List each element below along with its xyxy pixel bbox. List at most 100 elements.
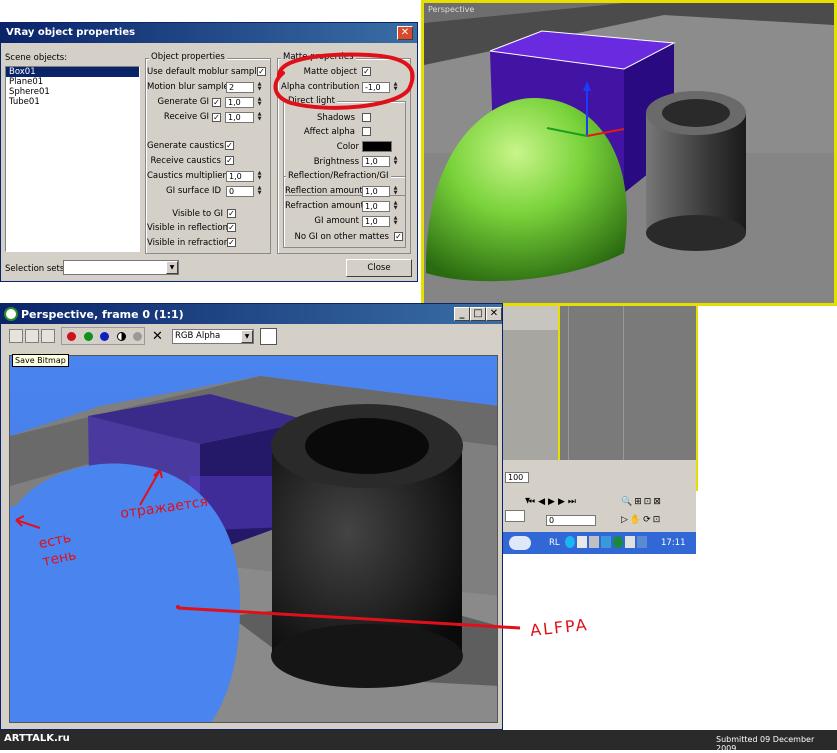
brightness-input[interactable]: 1,0	[362, 156, 390, 167]
mono-icon[interactable]	[133, 332, 142, 341]
object-properties-title: Object properties	[149, 52, 227, 62]
generate-caustics-checkbox[interactable]: ✓	[225, 141, 234, 150]
viewport-label: Perspective	[428, 5, 475, 14]
submitted-date: Submitted 09 December 2009	[716, 735, 815, 753]
list-item[interactable]: Tube01	[6, 97, 139, 107]
frame-window-title: Perspective, frame 0 (1:1)	[1, 304, 502, 324]
clone-window-icon[interactable]	[25, 329, 39, 343]
fov-icon[interactable]: ▷	[621, 515, 630, 525]
spinner-arrows-icon[interactable]: ▲ ▼	[392, 156, 399, 167]
blue-channel-icon[interactable]	[100, 332, 109, 341]
scene-objects-list[interactable]: Box01 Plane01 Sphere01 Tube01	[5, 66, 140, 252]
zoom-all-icon[interactable]: ⊞	[634, 497, 644, 507]
color-swatch[interactable]	[362, 141, 392, 152]
receive-caustics-checkbox[interactable]: ✓	[225, 156, 234, 165]
channel-value: RGB Alpha	[175, 331, 221, 341]
selection-sets-dropdown[interactable]: ▼	[63, 260, 179, 275]
generate-gi-input[interactable]: 1,0	[225, 97, 254, 108]
zoom-extents-icon[interactable]: ⊡	[644, 497, 654, 507]
tray-icon[interactable]	[625, 536, 635, 548]
chevron-down-icon[interactable]: ▼	[241, 330, 253, 343]
zoom-extents-all-icon[interactable]: ⊠	[653, 497, 663, 507]
maximize-icon[interactable]: ⊡	[653, 515, 663, 525]
site-logo[interactable]: ARTTALK.ru	[4, 733, 70, 744]
annotation-strokes	[15, 470, 521, 630]
close-icon[interactable]: ✕	[486, 307, 502, 321]
print-icon[interactable]	[41, 329, 55, 343]
footer-bar: ARTTALK.ru Submitted 09 December 2009	[0, 730, 837, 753]
viewport-nav-icons-2: ▷✋⟳⊡	[621, 515, 691, 525]
close-icon[interactable]: ✕	[397, 26, 413, 40]
visible-to-gi-checkbox[interactable]: ✓	[227, 209, 236, 218]
spinner-arrows-icon[interactable]: ▲ ▼	[256, 171, 263, 182]
save-bitmap-icon[interactable]	[9, 329, 23, 343]
app-icon	[4, 307, 18, 321]
red-circle-annotation	[273, 52, 415, 110]
affect-alpha-checkbox[interactable]	[362, 127, 371, 136]
use-default-moblur-label: Use default moblur samples	[147, 67, 267, 77]
close-button[interactable]: Close	[346, 259, 412, 277]
use-default-moblur-checkbox[interactable]: ✓	[257, 67, 266, 76]
green-channel-icon[interactable]	[84, 332, 93, 341]
maximize-icon[interactable]: □	[470, 307, 486, 321]
red-channel-icon[interactable]	[67, 332, 76, 341]
no-gi-other-mattes-checkbox[interactable]: ✓	[394, 232, 403, 241]
selection-sets-label: Selection sets:	[5, 264, 68, 274]
spinner-arrows-icon[interactable]: ▲ ▼	[392, 186, 399, 197]
receive-gi-label: Receive GI	[163, 112, 209, 122]
spinner-arrows-icon[interactable]: ▲ ▼	[256, 82, 263, 93]
refraction-amount-input[interactable]: 1,0	[362, 201, 390, 212]
list-item[interactable]: Box01	[6, 67, 139, 77]
reflection-amount-label: Reflection amount	[285, 186, 363, 196]
pan-icon[interactable]: ✋	[630, 515, 643, 525]
generate-gi-checkbox[interactable]: ✓	[212, 98, 221, 107]
visible-in-reflections-label: Visible in reflections	[147, 223, 233, 233]
receive-gi-input[interactable]: 1,0	[225, 112, 254, 123]
gi-surface-id-input[interactable]: 0	[226, 186, 254, 197]
color-swatch[interactable]	[260, 328, 277, 345]
viewport-nav-icons: 🔍⊞⊡⊠	[621, 497, 691, 507]
visible-in-refractions-checkbox[interactable]: ✓	[227, 238, 236, 247]
gi-amount-label: GI amount	[314, 216, 359, 226]
rrg-title: Reflection/Refraction/GI	[286, 171, 391, 181]
spinner-arrows-icon[interactable]: ▲ ▼	[256, 186, 263, 197]
list-item[interactable]: Sphere01	[6, 87, 139, 97]
generate-caustics-label: Generate caustics	[147, 141, 224, 151]
zoom-icon[interactable]: 🔍	[621, 497, 634, 507]
channel-dropdown[interactable]: RGB Alpha ▼	[172, 329, 254, 344]
dialog-title: VRay object properties	[1, 23, 417, 43]
receive-gi-checkbox[interactable]: ✓	[212, 113, 221, 122]
perspective-viewport[interactable]: Perspective	[421, 0, 837, 306]
motion-blur-samples-input[interactable]: 2	[226, 82, 254, 93]
orbit-icon[interactable]: ⟳	[643, 515, 653, 525]
refraction-amount-label: Refraction amount	[285, 201, 364, 211]
spinner-arrows-icon[interactable]: ▲ ▼	[392, 201, 399, 212]
gi-surface-id-label: GI surface ID	[166, 186, 221, 196]
spinner-arrows-icon[interactable]: ▲ ▼	[392, 216, 399, 227]
caustics-multiplier-label: Caustics multiplier	[147, 171, 227, 181]
caustics-multiplier-input[interactable]: 1,0	[226, 171, 254, 182]
visible-in-reflections-checkbox[interactable]: ✓	[227, 223, 236, 232]
spinner-arrows-icon[interactable]: ▲ ▼	[256, 112, 263, 123]
color-label: Color	[336, 142, 359, 152]
brightness-label: Brightness	[313, 157, 359, 167]
tray-icon[interactable]	[637, 536, 647, 548]
viewport-scene	[424, 3, 834, 303]
no-gi-other-mattes-label: No GI on other mattes	[294, 232, 389, 242]
visible-to-gi-label: Visible to GI	[172, 209, 223, 219]
alpha-channel-icon[interactable]	[117, 332, 126, 341]
chevron-down-icon[interactable]: ▼	[166, 261, 178, 274]
clear-icon[interactable]: ✕	[152, 329, 163, 344]
receive-caustics-label: Receive caustics	[150, 156, 221, 166]
reflection-amount-input[interactable]: 1,0	[362, 186, 390, 197]
gi-amount-input[interactable]: 1,0	[362, 216, 390, 227]
spinner-arrows-icon[interactable]: ▲ ▼	[256, 97, 263, 108]
affect-alpha-label: Affect alpha	[303, 127, 355, 137]
generate-gi-label: Generate GI	[157, 97, 210, 107]
visible-in-refractions-label: Visible in refractions	[147, 238, 234, 248]
tooltip: Save Bitmap	[12, 354, 69, 367]
minimize-icon[interactable]: _	[454, 307, 470, 321]
scene-objects-label: Scene objects:	[5, 53, 68, 63]
vray-object-properties-dialog: VRay object properties ✕ Scene objects: …	[0, 22, 418, 282]
list-item[interactable]: Plane01	[6, 77, 139, 87]
